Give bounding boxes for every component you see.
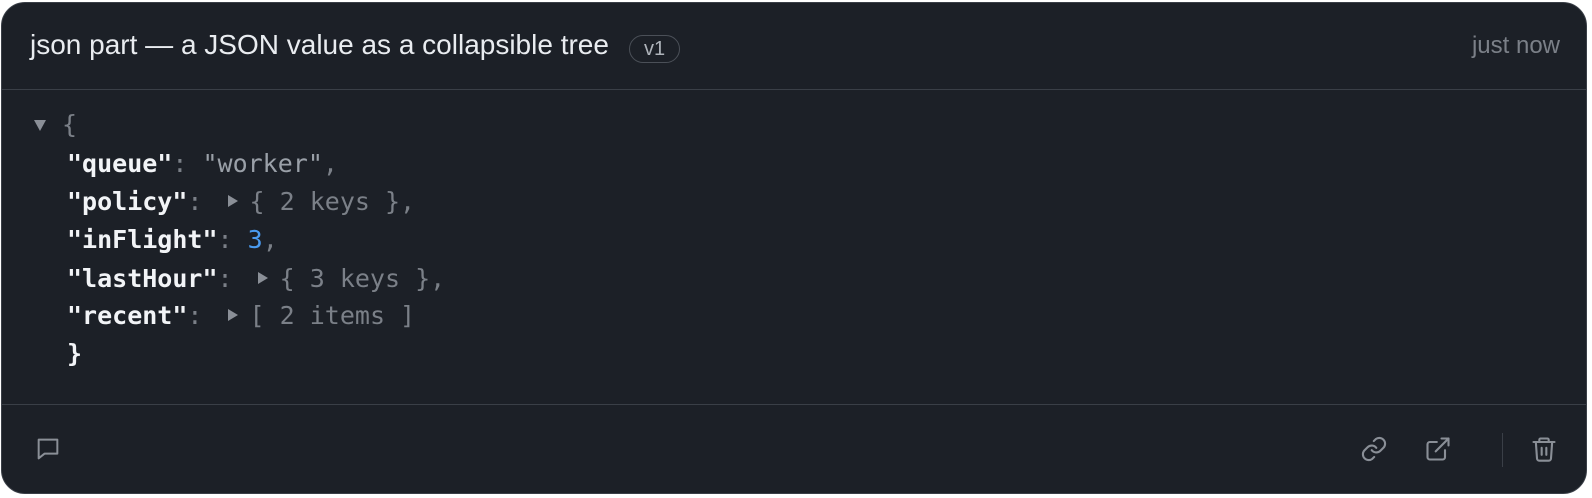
- trash-icon: [1532, 437, 1556, 462]
- part-title: json part — a JSON value as a collapsibl…: [30, 29, 609, 60]
- entry-colon: :: [217, 225, 248, 254]
- close-brace: }: [67, 339, 83, 368]
- entry-colon: :: [217, 264, 248, 293]
- entry-value-summary[interactable]: { 3 keys }: [280, 264, 431, 293]
- open-external-button[interactable]: [1422, 433, 1454, 465]
- entry-comma: ,: [262, 225, 278, 254]
- comment-button[interactable]: [32, 433, 64, 465]
- footer-divider: [1502, 433, 1503, 467]
- tree-entry-lasthour: "lastHour": { 3 keys },: [67, 260, 445, 298]
- entry-key: "recent": [67, 301, 188, 330]
- link-icon: [1361, 436, 1387, 462]
- comment-icon: [37, 438, 59, 460]
- json-part-card: json part — a JSON value as a collapsibl…: [1, 2, 1587, 494]
- entry-value-summary[interactable]: [ 2 items ]: [250, 301, 416, 330]
- entry-value: 3: [247, 225, 263, 254]
- timestamp: just now: [1471, 32, 1560, 59]
- card-header: json part — a JSON value as a collapsibl…: [2, 3, 1586, 90]
- entry-comma: ,: [322, 149, 338, 178]
- tree-entry-inflight: "inFlight": 3,: [67, 221, 278, 259]
- entry-value-summary[interactable]: { 2 keys }: [250, 187, 401, 216]
- entry-key: "policy": [67, 187, 188, 216]
- entry-colon: :: [187, 301, 218, 330]
- json-tree: { "queue": "worker", "policy": { 2 keys …: [2, 90, 1586, 408]
- expand-toggle-icon[interactable]: [257, 272, 268, 284]
- entry-colon: :: [187, 187, 218, 216]
- delete-button[interactable]: [1528, 433, 1560, 465]
- entry-key: "inFlight": [67, 225, 218, 254]
- expand-toggle-icon[interactable]: [227, 195, 238, 207]
- expand-toggle-icon[interactable]: [227, 309, 238, 321]
- open-brace: {: [62, 110, 78, 139]
- tree-entry-queue: "queue": "worker",: [67, 145, 338, 183]
- entry-comma: ,: [430, 264, 446, 293]
- entry-comma: ,: [400, 187, 416, 216]
- entry-key: "lastHour": [67, 264, 218, 293]
- card-footer: [2, 404, 1586, 493]
- tree-entry-recent: "recent": [ 2 items ]: [67, 297, 415, 335]
- version-badge: v1: [629, 35, 681, 63]
- tree-entry-policy: "policy": { 2 keys },: [67, 183, 415, 221]
- entry-colon: :: [172, 149, 203, 178]
- collapse-toggle-icon[interactable]: [34, 120, 46, 131]
- copy-link-button[interactable]: [1358, 433, 1390, 465]
- entry-key: "queue": [67, 149, 173, 178]
- entry-value: "worker": [202, 149, 323, 178]
- external-link-icon: [1426, 437, 1450, 461]
